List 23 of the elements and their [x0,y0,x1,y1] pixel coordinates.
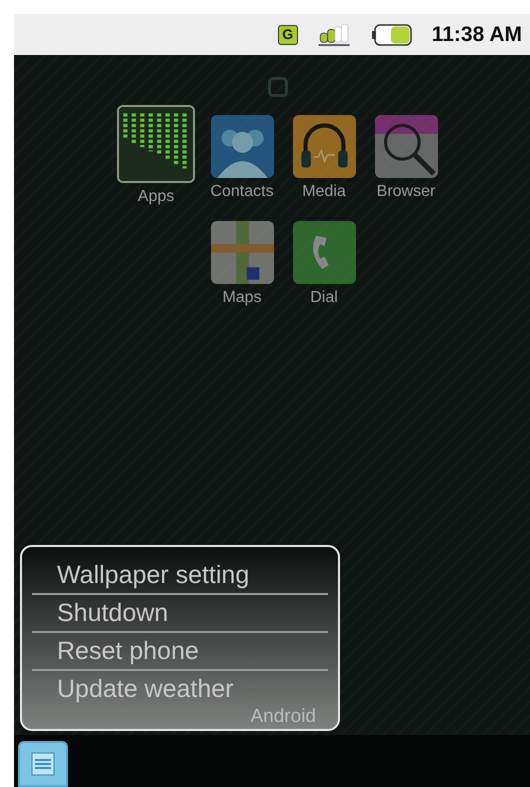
signal-icon [318,24,352,46]
clock-time: 11:38 AM [432,22,522,48]
network-type-badge: G [278,24,298,44]
app-shortcut[interactable]: Contacts [206,105,278,207]
menu-item[interactable]: Reset phone [32,633,328,671]
menu-item[interactable]: Update weather [32,671,328,707]
app-shortcut[interactable]: Dial [288,211,360,308]
headphones-icon [292,115,356,178]
menu-button[interactable] [18,741,68,787]
app-shortcut[interactable]: Media [288,105,360,207]
phone-icon [292,221,356,284]
code-rain-icon [119,107,193,181]
app-shortcut[interactable]: Browser [370,105,442,207]
menu-item[interactable]: Shutdown [32,595,328,633]
map-icon [210,221,274,284]
menu-footer-label: Android [250,707,317,727]
page-indicator-icon [268,77,288,97]
battery-icon [372,24,412,46]
people-icon [210,115,274,178]
magnifier-icon [374,115,438,178]
menu-item[interactable]: Wallpaper setting [32,557,328,595]
menu-icon [31,752,55,776]
app-shortcut[interactable]: Maps [206,211,278,308]
